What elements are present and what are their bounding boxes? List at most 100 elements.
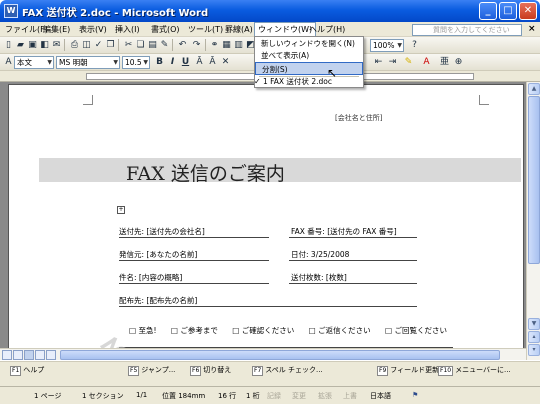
normal-view-icon[interactable] [2, 350, 12, 360]
from-value[interactable]: [あなたの名前] [146, 250, 197, 259]
format-painter-icon[interactable]: ✎ [158, 39, 171, 51]
previous-page-icon[interactable]: ▴ [528, 331, 540, 343]
fkey-f5[interactable]: F5 ジャンプ... [128, 364, 175, 376]
fkey-f9[interactable]: F9 フィールド更新 [377, 364, 439, 376]
fkey-f6[interactable]: F6 切り替え [190, 364, 231, 376]
pages-value[interactable]: [枚数] [326, 273, 347, 282]
highlight-icon[interactable]: ✎ [402, 56, 415, 68]
maximize-button[interactable]: □ [499, 2, 517, 20]
menu-table[interactable]: 罫線(A) [222, 23, 256, 36]
word-app-icon[interactable]: W [4, 4, 18, 18]
field-row-cc: 配布先: [配布先の名前] [119, 293, 419, 307]
table-move-handle-icon[interactable]: + [117, 206, 125, 214]
status-extend[interactable]: 拡張 [318, 391, 332, 401]
status-pages: 1/1 [136, 391, 148, 399]
vertical-scroll-thumb[interactable] [528, 96, 540, 264]
horizontal-scrollbar[interactable] [0, 348, 526, 360]
outline-view-icon[interactable] [35, 350, 45, 360]
fkey-f6-label: 切り替え [203, 366, 232, 374]
italic-button[interactable]: I [166, 56, 179, 68]
document-title[interactable]: FAX 送信のご案内 [126, 159, 285, 186]
underline-button[interactable]: U [179, 56, 192, 68]
scroll-down-icon[interactable]: ▼ [528, 318, 540, 330]
vertical-scrollbar[interactable]: ▲ ▼ ▴ ▾ [526, 82, 540, 360]
status-record[interactable]: 記録 [267, 391, 281, 401]
from-label: 発信元: [119, 250, 145, 259]
crop-mark [83, 95, 93, 105]
fkey-f10[interactable]: F10 メニューバーに... [438, 364, 511, 376]
fkey-f1[interactable]: F1 ヘルプ [10, 364, 44, 376]
menu-bar: ファイル(F) 編集(E) 表示(V) 挿入(I) 書式(O) ツール(T) 罫… [0, 22, 540, 37]
checkbox-row: □ 至急! □ ご参考まで □ ご確認ください □ ご返信ください □ ご回覧く… [129, 325, 459, 336]
checkbox-for-review[interactable]: □ ご参考まで [171, 326, 218, 335]
to-value[interactable]: [送付先の会社名] [146, 227, 204, 236]
field-row-to: 送付先: [送付先の会社名] FAX 番号: [送付先の FAX 番号] [119, 224, 419, 238]
subject-label: 件名: [119, 273, 137, 282]
subject-value[interactable]: [内容の概略] [139, 273, 182, 282]
font-select[interactable]: MS 明朝 ▼ [56, 56, 120, 69]
fkey-f1-label: ヘルプ [23, 366, 45, 374]
style-select[interactable]: 本文 ▼ [14, 56, 54, 69]
menu-help[interactable]: ヘルプ(H) [306, 23, 348, 36]
char-scale-icon[interactable]: ✕ [219, 56, 232, 68]
scroll-up-icon[interactable]: ▲ [528, 83, 540, 95]
email-icon[interactable]: ✉ [50, 39, 63, 51]
checkbox-please-circulate[interactable]: □ ご回覧ください [385, 326, 447, 335]
checkbox-please-confirm[interactable]: □ ご確認ください [232, 326, 294, 335]
chevron-down-icon: ▼ [113, 59, 118, 66]
menu-view[interactable]: 表示(V) [76, 23, 110, 36]
horizontal-scroll-thumb[interactable] [60, 350, 500, 360]
research-icon[interactable]: ❐ [104, 39, 117, 51]
menu-tools[interactable]: ツール(T) [185, 23, 226, 36]
style-value: 本文 [17, 58, 32, 67]
close-button[interactable]: ✕ [519, 2, 537, 20]
status-overtype[interactable]: 上書 [343, 391, 357, 401]
next-page-icon[interactable]: ▾ [528, 344, 540, 356]
field-underline [119, 237, 269, 238]
fax-value[interactable]: [送付先の FAX 番号] [327, 227, 397, 236]
char-shading-icon[interactable]: Ā [206, 56, 219, 68]
redo-icon[interactable]: ↷ [190, 39, 203, 51]
minimize-button[interactable]: _ [479, 2, 497, 20]
menu-insert[interactable]: 挿入(I) [112, 23, 143, 36]
menu-format[interactable]: 書式(O) [148, 23, 183, 36]
phonetic-guide-icon[interactable]: 亜 [438, 56, 451, 68]
font-size-select[interactable]: 10.5 ▼ [122, 56, 150, 69]
print-layout-icon[interactable] [24, 350, 34, 360]
toolbar-separator [64, 39, 65, 51]
date-value[interactable]: 3/25/2008 [311, 250, 349, 259]
menu-arrange-all[interactable]: 並べて表示(A) [255, 49, 363, 62]
document-close-icon[interactable]: × [528, 24, 536, 34]
status-page: 1 ページ [34, 392, 62, 400]
web-layout-icon[interactable] [13, 350, 23, 360]
menu-window-item-1[interactable]: ✓ 1 FAX 送付状 2.doc [254, 75, 363, 88]
menu-split[interactable]: 分割(S) [255, 62, 363, 75]
status-position: 位置 184mm [162, 392, 206, 400]
checkbox-urgent[interactable]: □ 至急! [129, 326, 156, 335]
company-address-placeholder[interactable]: [会社名と住所] [335, 113, 382, 123]
checkbox-please-reply[interactable]: □ ご返信ください [309, 326, 371, 335]
document-area[interactable]: [会社名と住所] FAX 送信のご案内 + 送付先: [送付先の会社名] FAX… [0, 82, 526, 348]
increase-indent-icon[interactable]: ⇥ [386, 56, 399, 68]
chevron-down-icon: ▼ [143, 59, 148, 66]
undo-icon[interactable]: ↶ [176, 39, 189, 51]
fkey-f1-key: F1 [10, 366, 22, 376]
cc-value[interactable]: [配布先の名前] [146, 296, 197, 305]
help-question-input[interactable]: 質問を入力してください [412, 24, 522, 36]
enclose-char-icon[interactable]: ⊕ [452, 56, 465, 68]
font-color-icon[interactable]: A [420, 56, 433, 68]
help-icon[interactable]: ? [408, 39, 421, 51]
document-page[interactable]: [会社名と住所] FAX 送信のご案内 + 送付先: [送付先の会社名] FAX… [8, 84, 524, 348]
fkey-f5-key: F5 [128, 366, 140, 376]
reading-layout-icon[interactable] [46, 350, 56, 360]
spelling-status-icon[interactable]: ⚑ [412, 391, 418, 399]
zoom-select[interactable]: 100% ▼ [370, 39, 404, 52]
bold-button[interactable]: B [153, 56, 166, 68]
field-underline [289, 260, 417, 261]
fkey-f7[interactable]: F7 スペル チェック... [252, 364, 323, 376]
to-label: 送付先: [119, 227, 145, 236]
char-border-icon[interactable]: Ā [193, 56, 206, 68]
status-track-changes[interactable]: 変更 [292, 391, 306, 401]
menu-edit[interactable]: 編集(E) [40, 23, 73, 36]
decrease-indent-icon[interactable]: ⇤ [372, 56, 385, 68]
